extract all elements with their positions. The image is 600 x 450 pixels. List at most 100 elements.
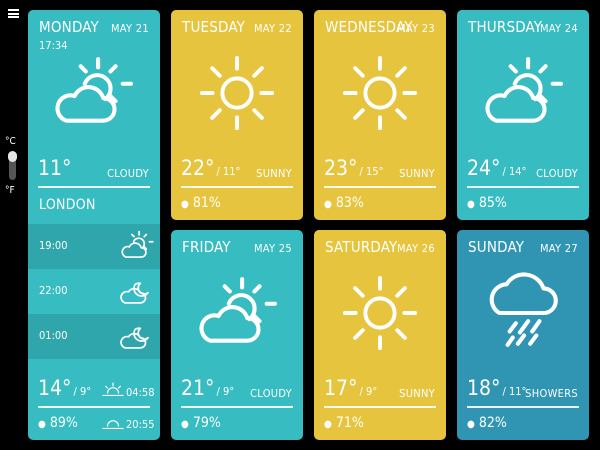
sunrise-icon <box>102 382 124 397</box>
sunrise-time: 04:58 <box>126 386 155 399</box>
day-date: MAY 26 <box>396 242 435 255</box>
temp-low: / 14° <box>502 165 527 178</box>
day-name: TUESDAY <box>182 18 246 36</box>
sidebar: °C °F <box>0 0 27 450</box>
hour-time: 22:00 <box>39 284 68 297</box>
humidity-value: 82% <box>478 415 507 431</box>
moon-cloud-icon <box>120 319 154 353</box>
condition-label: SUNNY <box>399 387 435 400</box>
humidity: ● 89% <box>38 415 78 431</box>
drop-icon: ● <box>38 419 46 430</box>
city-name[interactable]: LONDON <box>39 197 96 213</box>
hour-time: 19:00 <box>39 239 68 252</box>
humidity: ● 85% <box>467 195 507 211</box>
unit-toggle[interactable] <box>8 151 17 180</box>
humidity: ● 82% <box>467 415 507 431</box>
humidity-value: 85% <box>478 195 507 211</box>
forecast-card[interactable]: TUESDAY MAY 22 22°/ 11° SUNNY ● 81% <box>171 10 303 220</box>
divider <box>324 186 436 188</box>
forecast-card[interactable]: WEDNESDAY MAY 23 23°/ 15° SUNNY ● 83% <box>314 10 446 220</box>
divider <box>467 406 579 408</box>
day-date: MAY 22 <box>253 22 292 35</box>
temp-high: 22° <box>181 156 215 180</box>
condition-label: CLOUDY <box>250 387 292 400</box>
today-card[interactable]: MONDAY MAY 21 17:34 11° CLOUDY LONDON 19… <box>28 10 160 440</box>
hourly-row[interactable]: 19:00 <box>28 224 160 269</box>
temp-range: 24°/ 14° <box>467 156 527 180</box>
temp-range: 21°/ 9° <box>181 376 234 400</box>
day-date: MAY 24 <box>539 22 578 35</box>
condition-label: CLOUDY <box>107 167 149 180</box>
sunset-icon <box>102 415 124 430</box>
day-date: MAY 21 <box>110 22 149 35</box>
drop-icon: ● <box>181 419 189 430</box>
humidity: ● 71% <box>324 415 364 431</box>
day-date: MAY 23 <box>396 22 435 35</box>
divider <box>467 186 579 188</box>
hour-time: 01:00 <box>39 329 68 342</box>
day-name: SATURDAY <box>325 238 398 256</box>
drop-icon: ● <box>181 199 189 210</box>
day-date: MAY 27 <box>539 242 578 255</box>
temp-high: 17° <box>324 376 358 400</box>
toggle-knob[interactable] <box>8 151 17 162</box>
divider <box>181 406 293 408</box>
humidity-value: 83% <box>335 195 364 211</box>
drop-icon: ● <box>467 419 475 430</box>
hourly-row[interactable]: 01:00 <box>28 314 160 359</box>
temp-low: / 9° <box>359 385 378 398</box>
drop-icon: ● <box>324 419 332 430</box>
forecast-card[interactable]: SUNDAY MAY 27 18°/ 11° SHOWERS ● 82% <box>457 230 589 440</box>
temp-high: 14° <box>38 376 72 400</box>
menu-icon[interactable] <box>8 9 19 18</box>
celsius-label: °C <box>5 136 16 147</box>
humidity-value: 89% <box>49 415 78 431</box>
divider <box>38 406 150 408</box>
temp-range: 18°/ 11° <box>467 376 527 400</box>
humidity-value: 71% <box>335 415 364 431</box>
sun-icon <box>341 274 419 352</box>
temp-low: / 11° <box>216 165 241 178</box>
condition-label: CLOUDY <box>536 167 578 180</box>
humidity-value: 79% <box>192 415 221 431</box>
moon-cloud-icon <box>120 274 154 308</box>
sun-icon <box>198 54 276 132</box>
temp-range: 23°/ 15° <box>324 156 384 180</box>
fahrenheit-label: °F <box>5 185 15 196</box>
sun-cloud-icon <box>196 273 278 355</box>
temp-low: / 9° <box>216 385 235 398</box>
forecast-card[interactable]: FRIDAY MAY 25 21°/ 9° CLOUDY ● 79% <box>171 230 303 440</box>
day-name: MONDAY <box>39 18 99 36</box>
temp-low: / 15° <box>359 165 384 178</box>
day-name: SUNDAY <box>468 238 525 256</box>
sun-cloud-icon <box>482 53 564 135</box>
humidity: ● 79% <box>181 415 221 431</box>
temp-low: / 11° <box>502 385 527 398</box>
temp-high: 23° <box>324 156 358 180</box>
rain-cloud-icon <box>482 272 564 354</box>
current-temp: 11° <box>38 156 71 180</box>
sun-cloud-icon <box>52 53 134 135</box>
forecast-card[interactable]: SATURDAY MAY 26 17°/ 9° SUNNY ● 71% <box>314 230 446 440</box>
current-temp-value: 11° <box>38 156 72 180</box>
temp-high: 24° <box>467 156 501 180</box>
sunset-time: 20:55 <box>126 418 155 431</box>
condition-label: SUNNY <box>256 167 292 180</box>
day-name: FRIDAY <box>182 238 231 256</box>
current-time: 17:34 <box>39 39 68 52</box>
day-date: MAY 25 <box>253 242 292 255</box>
day-name: THURSDAY <box>468 18 543 36</box>
sun-cloud-icon <box>120 229 154 263</box>
drop-icon: ● <box>467 199 475 210</box>
humidity: ● 83% <box>324 195 364 211</box>
hourly-row[interactable]: 22:00 <box>28 269 160 314</box>
temp-high: 21° <box>181 376 215 400</box>
humidity-value: 81% <box>192 195 221 211</box>
divider <box>324 406 436 408</box>
temp-range: 14°/ 9° <box>38 376 91 400</box>
humidity: ● 81% <box>181 195 221 211</box>
temp-low: / 9° <box>73 385 92 398</box>
divider <box>181 186 293 188</box>
forecast-card[interactable]: THURSDAY MAY 24 24°/ 14° CLOUDY ● 85% <box>457 10 589 220</box>
temp-high: 18° <box>467 376 501 400</box>
